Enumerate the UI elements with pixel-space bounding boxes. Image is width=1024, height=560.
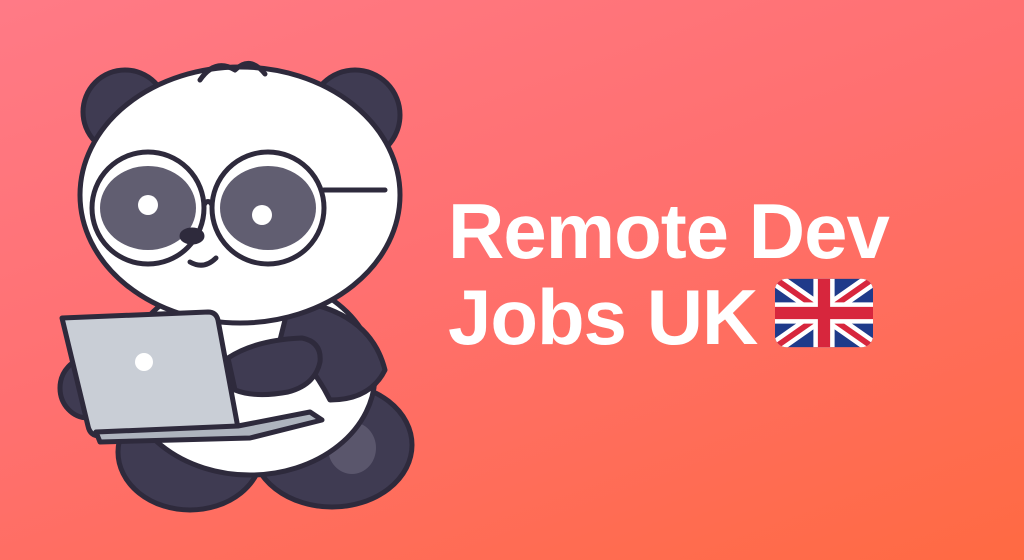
headline-line-2: Jobs UK	[448, 273, 758, 361]
headline: Remote Dev Jobs UK	[448, 187, 890, 360]
panda-nose	[179, 227, 205, 245]
left-eye	[138, 195, 158, 215]
uk-flag-icon	[775, 278, 874, 348]
laptop-logo	[135, 353, 153, 371]
laptop-screen	[59, 309, 241, 439]
headline-line-1: Remote Dev	[448, 187, 890, 275]
right-eye	[252, 205, 272, 225]
headline-line-2-row: Jobs UK	[448, 274, 889, 360]
hero-banner: Remote Dev Jobs UK	[0, 0, 1024, 560]
panda-mascot	[57, 61, 415, 513]
